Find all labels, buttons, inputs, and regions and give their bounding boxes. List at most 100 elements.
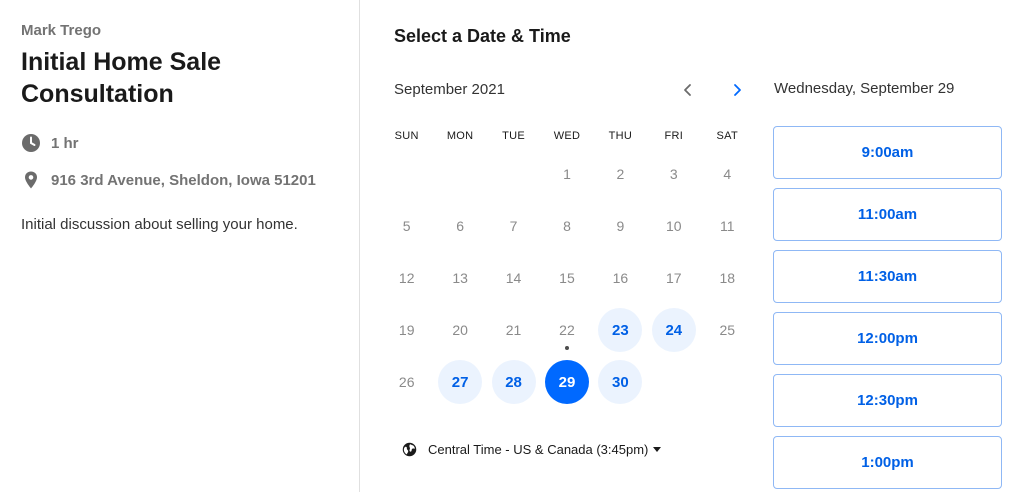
calendar-day-cell: 18 <box>701 252 754 304</box>
calendar-day-disabled: 18 <box>705 256 749 300</box>
calendar-day-cell: 19 <box>380 304 433 356</box>
calendar-day-cell: 27 <box>433 356 486 408</box>
selected-date-label: Wednesday, September 29 <box>774 80 955 97</box>
weekday-label: SUN <box>394 130 419 142</box>
calendar-day-disabled: 7 <box>492 204 536 248</box>
calendar-day-disabled: 12 <box>385 256 429 300</box>
time-slot-button[interactable]: 9:00am <box>773 126 1002 179</box>
calendar-day-available[interactable]: 30 <box>598 360 643 404</box>
calendar-day-disabled: 8 <box>545 204 589 248</box>
weekday-label: SAT <box>716 130 738 142</box>
calendar-day-cell: 28 <box>487 356 540 408</box>
calendar-day-disabled: 16 <box>598 256 642 300</box>
next-month-button[interactable] <box>723 76 751 104</box>
previous-month-button[interactable] <box>674 76 702 104</box>
calendar-day-cell: 9 <box>594 200 647 252</box>
calendar-day-disabled: 19 <box>385 308 429 352</box>
clock-icon <box>21 133 41 153</box>
chevron-right-icon <box>734 84 741 96</box>
calendar-day-cell: 1 <box>540 148 593 200</box>
event-description: Initial discussion about selling your ho… <box>21 216 298 233</box>
calendar-day-cell: 10 <box>647 200 700 252</box>
calendar-day-cell: 22 <box>540 304 593 356</box>
time-slot-button[interactable]: 12:00pm <box>773 312 1002 365</box>
calendar-day-disabled: 10 <box>652 204 696 248</box>
calendar-day-disabled: 3 <box>652 152 696 196</box>
duration-text: 1 hr <box>51 134 79 152</box>
map-pin-icon <box>21 170 41 190</box>
calendar-day-cell: 2 <box>594 148 647 200</box>
calendar-day-disabled: 15 <box>545 256 589 300</box>
time-slot-button[interactable]: 12:30pm <box>773 374 1002 427</box>
empty-day-cell <box>433 148 486 200</box>
calendar-day-cell: 20 <box>433 304 486 356</box>
chevron-left-icon <box>684 84 691 96</box>
timezone-label: Central Time - US & Canada (3:45pm) <box>428 442 649 457</box>
calendar-day-cell: 16 <box>594 252 647 304</box>
calendar-day-disabled: 21 <box>492 308 536 352</box>
calendar-day-available[interactable]: 28 <box>491 360 536 404</box>
location-row: 916 3rd Avenue, Sheldon, Iowa 51201 <box>21 170 316 190</box>
time-slot-button[interactable]: 11:30am <box>773 250 1002 303</box>
calendar-day-disabled: 9 <box>598 204 642 248</box>
calendar-day-disabled: 11 <box>705 204 749 248</box>
calendar-day-disabled: 14 <box>492 256 536 300</box>
calendar-day-disabled: 1 <box>545 152 589 196</box>
calendar-day-disabled: 25 <box>705 308 749 352</box>
calendar-day-cell: 21 <box>487 304 540 356</box>
weekday-label: FRI <box>664 130 684 142</box>
calendar-day-disabled: 26 <box>385 360 429 404</box>
empty-day-cell <box>487 148 540 200</box>
calendar-day-cell: 30 <box>594 356 647 408</box>
calendar-day-cell: 8 <box>540 200 593 252</box>
calendar-day-cell: 4 <box>701 148 754 200</box>
calendar-day-disabled: 17 <box>652 256 696 300</box>
host-name: Mark Trego <box>21 22 102 39</box>
calendar-day-disabled: 2 <box>598 152 642 196</box>
event-details-panel: Mark Trego Initial Home Sale Consultatio… <box>0 0 360 492</box>
weekday-label: MON <box>446 130 474 142</box>
duration-row: 1 hr <box>21 133 79 153</box>
calendar-day-cell: 3 <box>647 148 700 200</box>
calendar-day-selected[interactable]: 29 <box>544 360 589 404</box>
calendar-day-cell: 25 <box>701 304 754 356</box>
calendar-day-cell: 13 <box>433 252 486 304</box>
calendar-day-cell: 12 <box>380 252 433 304</box>
calendar-day-disabled: 4 <box>705 152 749 196</box>
calendar-day-available[interactable]: 23 <box>598 308 643 352</box>
calendar-day-disabled: 5 <box>385 204 429 248</box>
month-label: September 2021 <box>394 81 505 98</box>
calendar-day-cell: 23 <box>594 304 647 356</box>
weekday-label: WED <box>553 130 581 142</box>
calendar-day-cell: 15 <box>540 252 593 304</box>
calendar-day-cell: 6 <box>433 200 486 252</box>
time-slot-button[interactable]: 1:00pm <box>773 436 1002 489</box>
globe-icon <box>402 442 417 457</box>
weekday-label: THU <box>608 130 633 142</box>
event-title: Initial Home Sale Consultation <box>21 48 222 108</box>
calendar-day-grid: 1 2 3 4 5 6 7 8 9 10 11 12 13 14 15 16 17 18 19 20 21 22 23 24 2… <box>380 148 754 408</box>
calendar-day-available[interactable]: 24 <box>651 308 696 352</box>
calendar-day-cell: 5 <box>380 200 433 252</box>
calendar-day-cell: 17 <box>647 252 700 304</box>
calendar-day-disabled: 13 <box>438 256 482 300</box>
time-slot-button[interactable]: 11:00am <box>773 188 1002 241</box>
time-slot-list: 9:00am 11:00am 11:30am 12:00pm 12:30pm 1… <box>773 126 1002 498</box>
empty-day-cell <box>380 148 433 200</box>
calendar-heading: Select a Date & Time <box>394 26 571 46</box>
calendar-day-disabled: 20 <box>438 308 482 352</box>
calendar-day-cell: 24 <box>647 304 700 356</box>
timezone-selector[interactable]: Central Time - US & Canada (3:45pm) <box>402 442 662 457</box>
weekday-label: TUE <box>502 130 525 142</box>
calendar-day-cell: 26 <box>380 356 433 408</box>
calendar-day-cell: 14 <box>487 252 540 304</box>
today-indicator-dot <box>564 346 569 350</box>
caret-down-icon <box>653 447 662 452</box>
calendar-day-cell: 7 <box>487 200 540 252</box>
calendar-day-cell: 11 <box>701 200 754 252</box>
calendar-day-available[interactable]: 27 <box>438 360 483 404</box>
location-text: 916 3rd Avenue, Sheldon, Iowa 51201 <box>51 171 316 189</box>
weekday-header: SUN MON TUE WED THU FRI SAT <box>380 130 754 142</box>
calendar-day-disabled: 6 <box>438 204 482 248</box>
calendar-day-cell: 29 <box>540 356 593 408</box>
